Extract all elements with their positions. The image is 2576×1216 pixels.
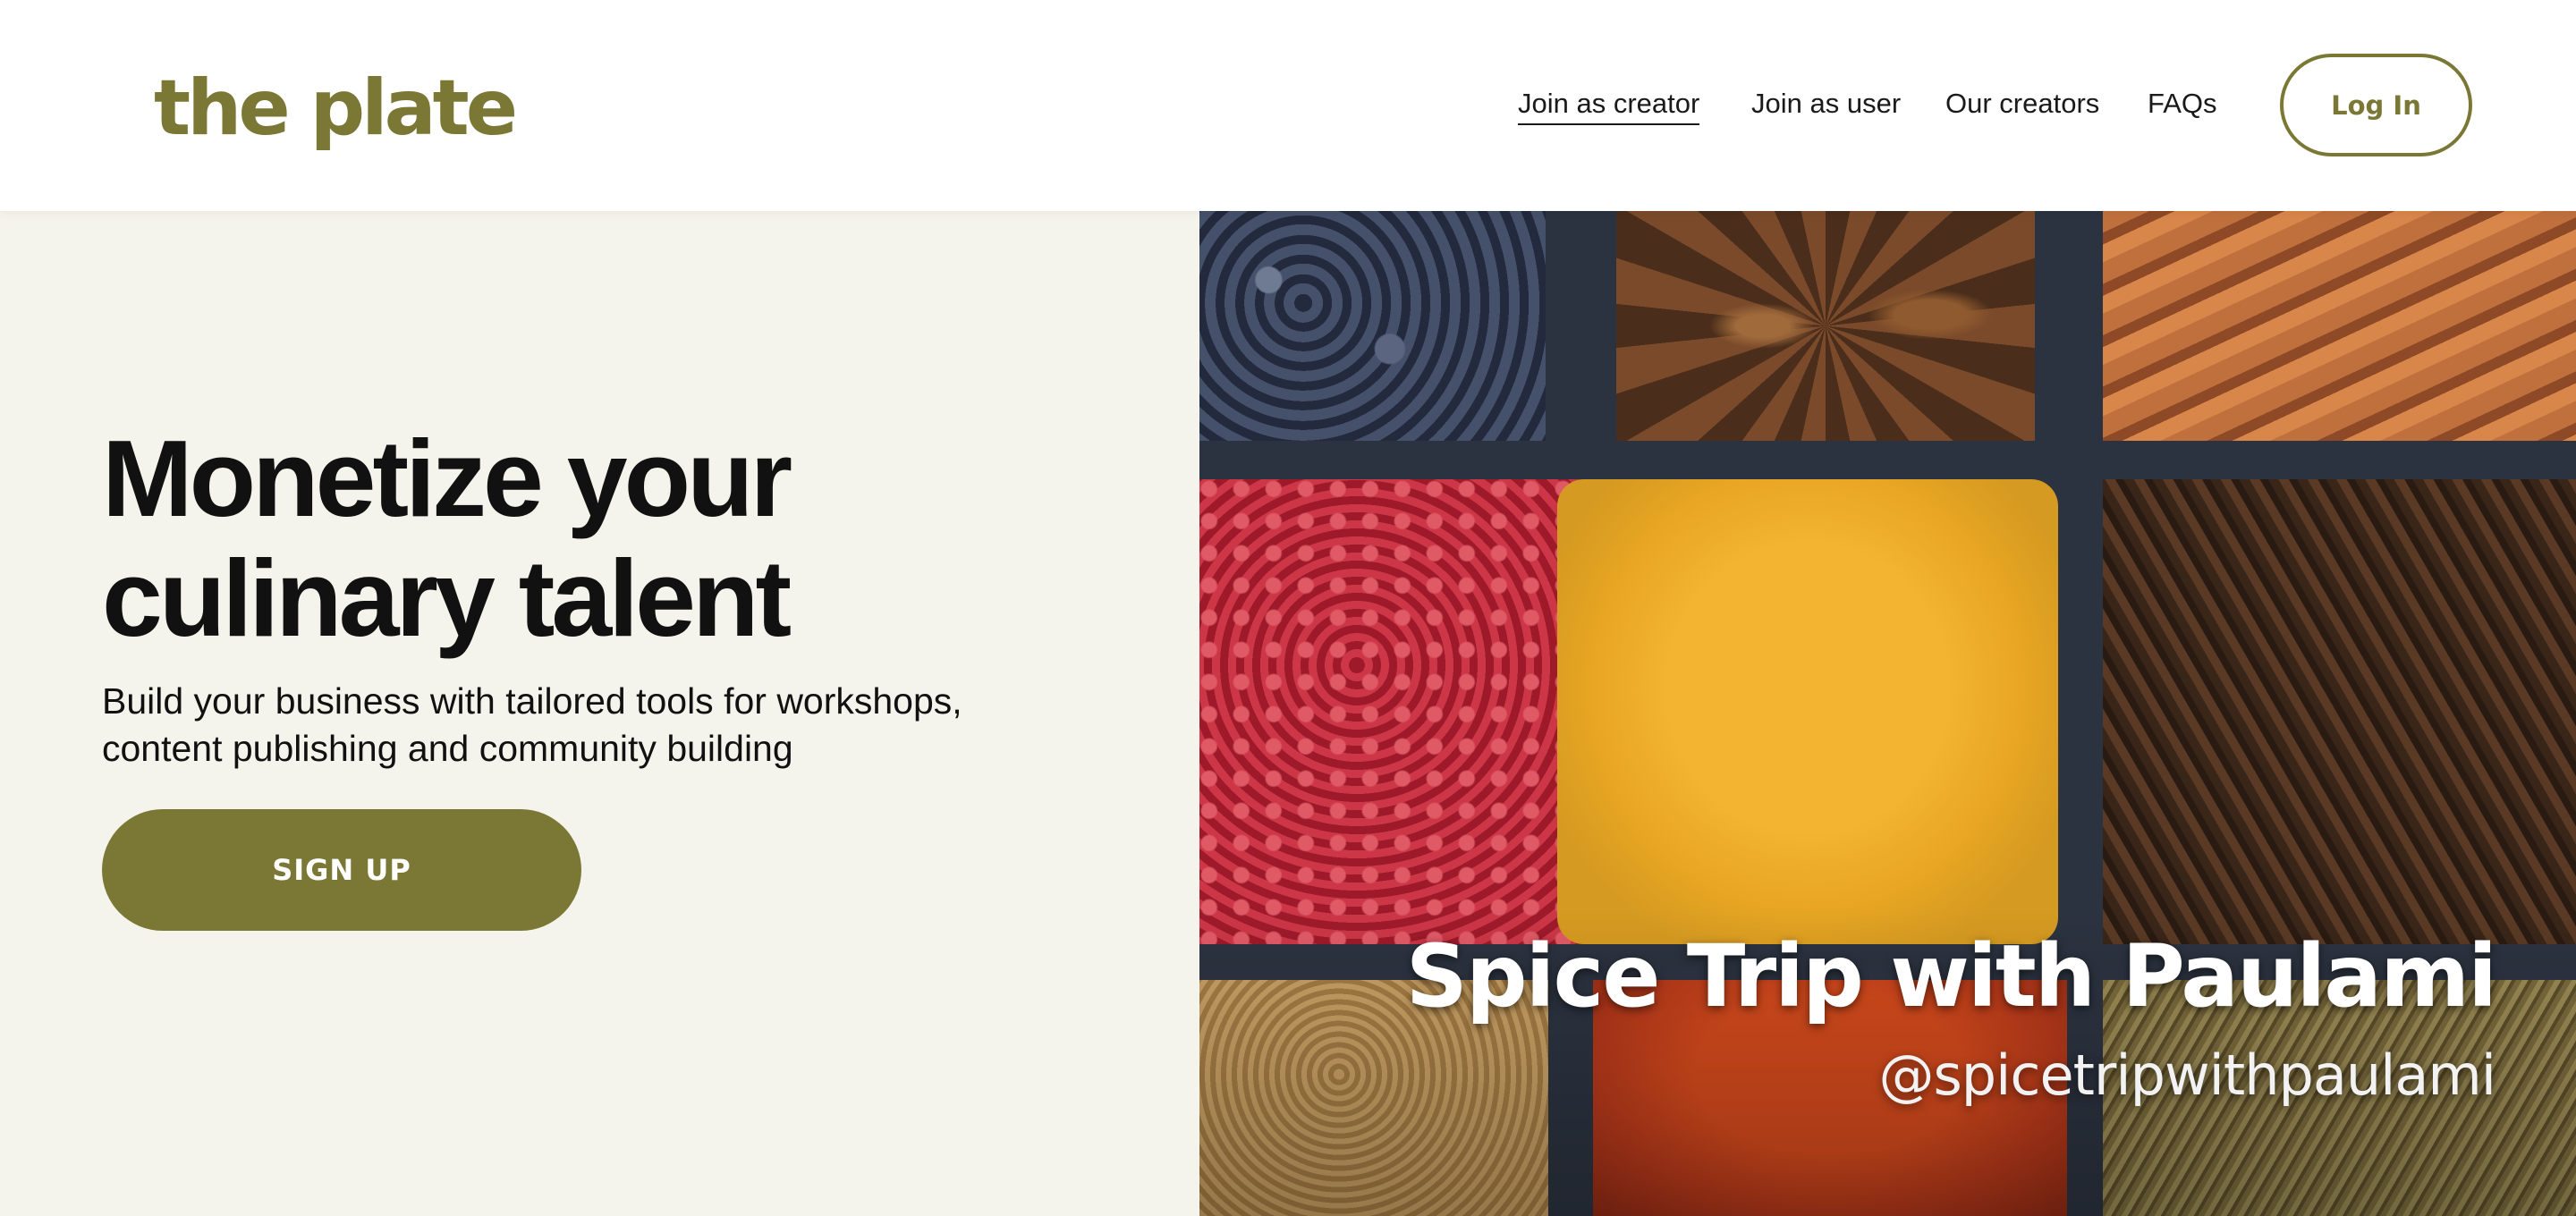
hero-title: Monetize your culinary talent xyxy=(102,418,1131,658)
hero-subtitle-line1: Build your business with tailored tools … xyxy=(102,680,962,722)
spice-cinnamon xyxy=(2103,211,2576,441)
hero-subtitle: Build your business with tailored tools … xyxy=(102,678,1086,773)
spice-star-anise xyxy=(1616,211,2035,441)
login-button[interactable]: Log In xyxy=(2280,54,2472,156)
spice-pink-pepper xyxy=(1199,479,1593,944)
spice-juniper xyxy=(1199,211,1546,441)
image-title: Spice Trip with Paulami xyxy=(1405,926,2497,1026)
hero-title-line1: Monetize your xyxy=(102,418,792,539)
image-handle: @spicetripwithpaulami xyxy=(1878,1043,2496,1108)
nav-our-creators[interactable]: Our creators xyxy=(1945,84,2099,123)
hero-subtitle-line2: content publishing and community buildin… xyxy=(102,728,793,769)
nav-join-as-user[interactable]: Join as user xyxy=(1751,84,1901,123)
signup-button[interactable]: SIGN UP xyxy=(102,809,581,931)
nav-faqs[interactable]: FAQs xyxy=(2148,84,2217,123)
hero-title-line2: culinary talent xyxy=(102,537,792,659)
hero-section: Monetize your culinary talent Build your… xyxy=(0,211,1199,1216)
nav-join-as-creator[interactable]: Join as creator xyxy=(1518,84,1700,125)
logo[interactable]: the plate xyxy=(154,59,518,157)
spice-cloves xyxy=(2103,479,2576,944)
spice-turmeric xyxy=(1557,479,2058,944)
hero-image-spices: Spice Trip with Paulami @spicetripwithpa… xyxy=(1199,211,2576,1216)
site-header: the plate Join as creator Join as user O… xyxy=(0,0,2576,211)
